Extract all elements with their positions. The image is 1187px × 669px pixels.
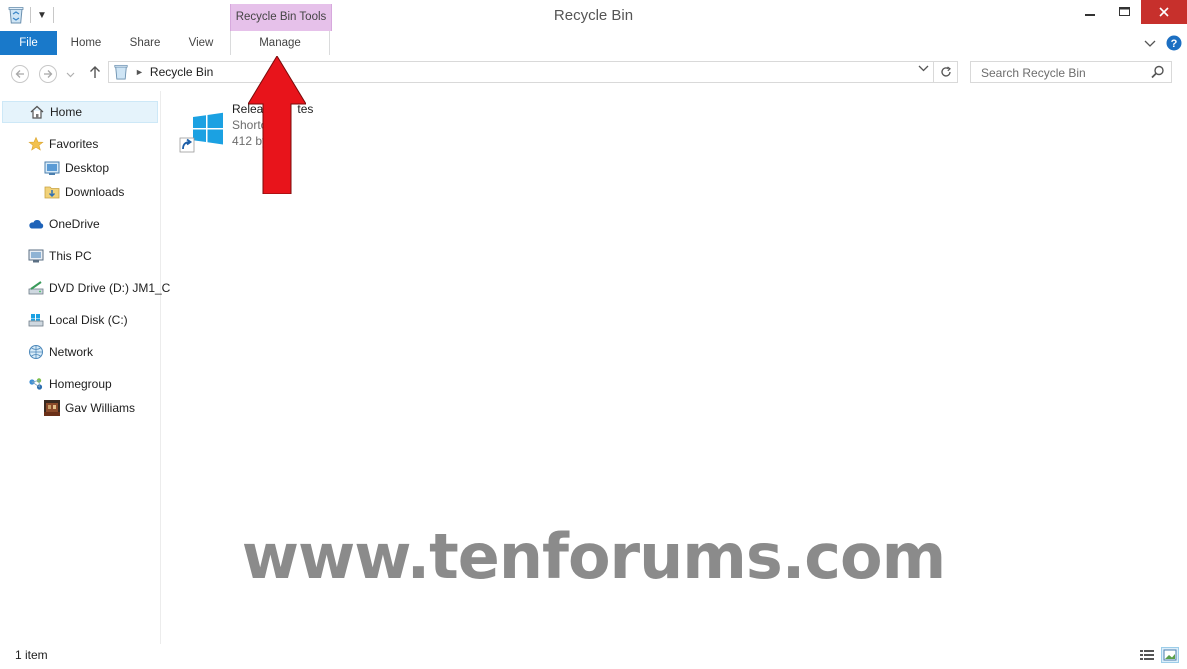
downloads-icon bbox=[44, 184, 60, 200]
window-controls bbox=[1073, 0, 1187, 24]
details-view-icon bbox=[1140, 650, 1154, 660]
chevron-down-icon bbox=[66, 72, 75, 78]
expand-ribbon-button[interactable] bbox=[1144, 35, 1156, 53]
nav-item-label: Desktop bbox=[65, 161, 110, 175]
nav-item-homegroup[interactable]: Homegroup bbox=[0, 373, 186, 395]
minimize-button[interactable] bbox=[1073, 0, 1107, 24]
nav-item-favorites[interactable]: Favorites bbox=[0, 133, 186, 155]
star-icon bbox=[28, 136, 44, 152]
nav-item-label: Local Disk (C:) bbox=[49, 313, 128, 327]
red-annotation-arrow bbox=[248, 56, 306, 194]
network-icon bbox=[28, 344, 44, 360]
help-button[interactable]: ? bbox=[1166, 34, 1182, 52]
back-button[interactable] bbox=[11, 65, 29, 83]
homegroup-icon bbox=[28, 376, 44, 392]
tab-manage[interactable]: Manage bbox=[230, 31, 330, 55]
forward-arrow-icon bbox=[44, 70, 53, 78]
tab-home[interactable]: Home bbox=[60, 31, 112, 55]
dvd-icon bbox=[28, 280, 44, 296]
refresh-icon bbox=[940, 66, 951, 77]
breadcrumb-recycle-bin[interactable]: Recycle Bin bbox=[150, 65, 213, 79]
nav-item-this-pc[interactable]: This PC bbox=[0, 245, 186, 267]
up-button[interactable] bbox=[89, 65, 101, 82]
search-input[interactable] bbox=[979, 63, 1153, 83]
up-arrow-icon bbox=[90, 66, 100, 78]
address-dropdown-button[interactable] bbox=[918, 64, 929, 76]
forward-button[interactable] bbox=[39, 65, 57, 83]
large-icons-view-button[interactable] bbox=[1161, 647, 1179, 663]
refresh-button[interactable] bbox=[934, 61, 958, 83]
nav-item-label: DVD Drive (D:) JM1_C bbox=[49, 281, 171, 295]
desktop-icon bbox=[44, 160, 60, 176]
nav-item-label: Gav Williams bbox=[65, 401, 136, 415]
tab-view[interactable]: View bbox=[176, 31, 226, 55]
nav-item-network[interactable]: Network bbox=[0, 341, 186, 363]
window-title: Recycle Bin bbox=[553, 7, 634, 24]
nav-item-label: Favorites bbox=[49, 137, 99, 151]
chevron-down-icon bbox=[1144, 40, 1156, 47]
chevron-down-icon bbox=[918, 65, 929, 72]
watermark: www.tenforums.com bbox=[241, 520, 947, 593]
contextual-tab-group: Recycle Bin Tools bbox=[230, 4, 332, 31]
user-avatar-icon bbox=[44, 400, 60, 416]
search-icon[interactable] bbox=[1151, 65, 1165, 79]
recycle-bin-icon bbox=[114, 64, 128, 80]
nav-item-dvd-drive[interactable]: DVD Drive (D:) JM1_C bbox=[0, 277, 186, 299]
svg-text:?: ? bbox=[1171, 38, 1178, 50]
windows-logo-shortcut-icon bbox=[179, 112, 223, 153]
breadcrumb-separator-icon[interactable]: ► bbox=[135, 67, 144, 77]
close-icon bbox=[1159, 7, 1169, 17]
item-count: 1 item bbox=[15, 648, 48, 662]
recent-locations-button[interactable] bbox=[66, 68, 75, 82]
nav-item-label: Network bbox=[49, 345, 94, 359]
disk-icon bbox=[28, 312, 44, 328]
home-icon bbox=[29, 104, 45, 120]
nav-item-home[interactable]: Home bbox=[2, 101, 158, 123]
large-icons-view-icon bbox=[1163, 649, 1177, 661]
computer-icon bbox=[28, 248, 44, 264]
nav-item-label: Home bbox=[50, 105, 83, 119]
minimize-icon bbox=[1085, 14, 1095, 16]
cloud-icon bbox=[28, 216, 44, 232]
search-box[interactable] bbox=[970, 61, 1172, 83]
tab-share[interactable]: Share bbox=[119, 31, 171, 55]
nav-item-onedrive[interactable]: OneDrive bbox=[0, 213, 186, 235]
nav-item-label: Downloads bbox=[65, 185, 125, 199]
status-bar: 1 item bbox=[0, 644, 1187, 669]
nav-item-label: This PC bbox=[49, 249, 92, 263]
title-bar: ▼ Recycle Bin Recycle Bin Tools bbox=[0, 0, 1187, 31]
tab-file[interactable]: File bbox=[0, 31, 57, 55]
navigation-bar: ► Recycle Bin bbox=[0, 55, 1187, 91]
details-view-button[interactable] bbox=[1138, 647, 1156, 663]
nav-item-local-disk[interactable]: Local Disk (C:) bbox=[0, 309, 186, 331]
maximize-button[interactable] bbox=[1107, 0, 1141, 24]
nav-item-label: Homegroup bbox=[49, 377, 112, 391]
maximize-icon bbox=[1118, 7, 1130, 16]
close-button[interactable] bbox=[1141, 0, 1187, 24]
back-arrow-icon bbox=[15, 70, 24, 78]
nav-item-label: OneDrive bbox=[49, 217, 100, 231]
help-icon: ? bbox=[1166, 35, 1182, 51]
ribbon-tab-bar: File Home Share View Manage ? bbox=[0, 31, 1187, 56]
address-bar[interactable]: ► Recycle Bin bbox=[108, 61, 934, 83]
